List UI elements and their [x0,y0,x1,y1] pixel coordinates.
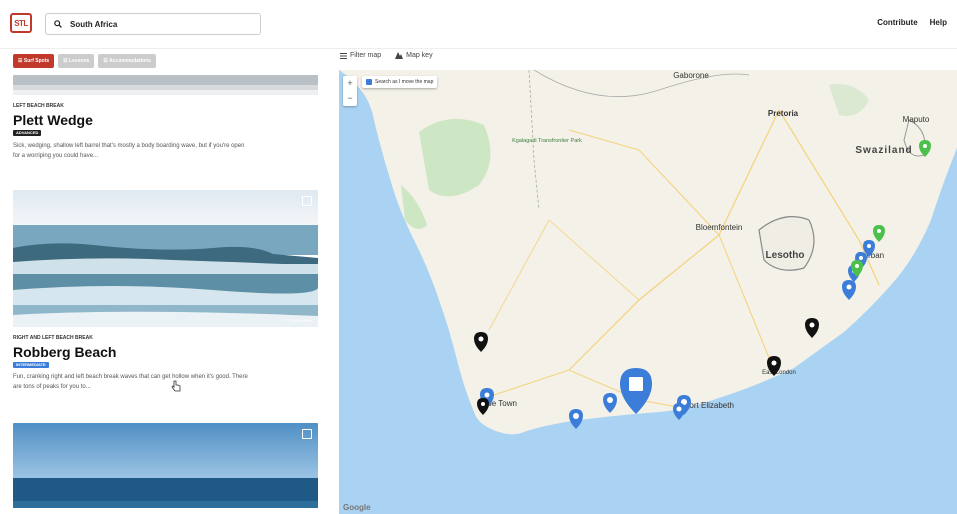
ocean-photo [13,423,318,508]
zoom-in-button[interactable]: + [343,76,357,91]
help-link[interactable]: Help [930,18,947,27]
top-bar: STL Contribute Help [0,0,957,49]
spot-photo[interactable] [13,423,318,508]
spot-type: LEFT BEACH BREAK [13,103,64,109]
filter-map-label: Filter map [350,52,382,59]
spot-name[interactable]: Robberg Beach [13,344,116,360]
desc-line: Sick, wedging, shallow left barrel that'… [13,143,245,149]
tab-label: Accommodations [109,58,151,64]
tab-accommodations[interactable]: ☰ Accommodations [98,54,156,68]
expand-icon[interactable] [302,196,312,206]
tab-lessons[interactable]: ☰ Lessons [58,54,95,68]
wave-photo [13,190,318,327]
map-key-icon [395,52,404,59]
surf-map[interactable]: Gaborone Pretoria Maputo Swaziland Kgala… [339,70,957,514]
place-label: Pretoria [768,109,799,118]
spot-description: Sick, wedging, shallow left barrel that'… [13,141,318,161]
search-icon [54,20,62,28]
search-as-move-label: Search as I move the map [375,79,434,85]
filter-map-button[interactable]: Filter map [340,52,381,59]
place-label: Bloemfontein [696,223,743,232]
place-label: Kgalagadi Transfrontier Park [512,138,582,144]
search-input[interactable] [70,19,240,29]
spot-photo[interactable]: © PlettSurfers [13,190,318,327]
zoom-out-button[interactable]: − [343,91,357,106]
map-canvas[interactable]: Gaborone Pretoria Maputo Swaziland Kgala… [339,70,957,514]
desc-line: Fun, cranking right and left beach break… [13,374,248,380]
search-as-move-toggle[interactable]: Search as I move the map [362,76,438,88]
result-tabs: ☰ Surf Spots ☰ Lessons ☰ Accommodations [13,54,156,68]
level-badge-advanced: ADVANCED [13,130,42,136]
spot-photo[interactable] [13,75,318,95]
wave-photo [13,75,318,95]
spot-description: Fun, cranking right and left beach break… [13,372,318,392]
zoom-control[interactable]: + − [343,76,357,106]
level-label: INTERMEDIATE [16,362,46,367]
contribute-link[interactable]: Contribute [877,18,917,27]
level-label: ADVANCED [16,130,39,135]
spot-type: RIGHT AND LEFT BEACH BREAK [13,335,93,341]
desc-line: for a worriping you could have... [13,153,99,159]
tab-surf-spots[interactable]: ☰ Surf Spots [13,54,55,68]
spot-name[interactable]: Plett Wedge [13,112,93,128]
tab-label: Surf Spots [23,58,50,64]
site-logo[interactable]: STL [10,13,32,33]
place-label: East London [762,370,796,376]
desc-line: are tons of peaks for you to... [13,384,91,390]
place-label: Lesotho [766,250,805,261]
checkbox-icon[interactable] [366,79,372,85]
level-badge-intermediate: INTERMEDIATE [13,362,49,368]
place-label: Swaziland [855,145,912,156]
hand-cursor-icon [171,380,181,392]
expand-icon[interactable] [302,429,312,439]
place-label: Gaborone [673,71,709,80]
filter-icon [340,52,347,59]
tab-label: Lessons [69,58,90,64]
location-search[interactable] [45,13,261,35]
place-label: Port Elizabeth [684,401,734,410]
google-attribution: Google [343,503,371,512]
map-key-label: Map key [406,52,433,59]
photo-credit: © PlettSurfers [287,318,312,323]
place-label: Maputo [903,115,930,124]
map-key-button[interactable]: Map key [395,52,433,59]
results-sidebar[interactable]: ☰ Surf Spots ☰ Lessons ☰ Accommodations … [0,49,330,514]
